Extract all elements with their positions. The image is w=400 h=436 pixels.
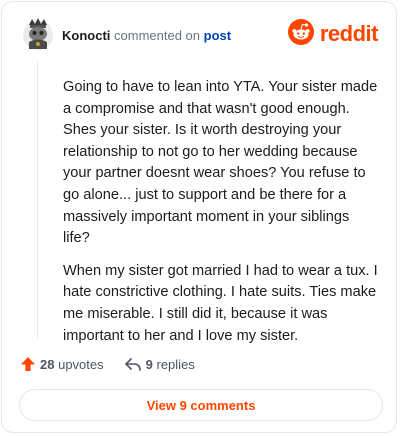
upvote-count: 28 [40,356,55,372]
reddit-brand[interactable]: reddit [287,18,379,50]
upvote-arrow-icon [20,356,36,372]
upvote-label: upvotes [58,356,104,372]
comment-paragraph: When my sister got married I had to wear… [63,262,378,344]
author-name[interactable]: Konocti [62,28,110,43]
comment-card: Konocti commented on post reddit Going t… [1,1,397,433]
comment-byline: Konocti commented on post [62,28,231,44]
thread-line [37,62,38,338]
replies-button[interactable]: 9 replies [124,356,195,372]
comment-paragraph: Going to have to lean into YTA. Your sis… [63,79,378,247]
reddit-logo-icon [287,18,314,50]
replies-label: replies [156,356,195,372]
comment-header: Konocti commented on post reddit [22,16,379,56]
comment-actions: 28 upvotes 9 replies [20,354,195,374]
snoo-avatar-icon[interactable] [22,16,54,52]
action-text: commented on [114,28,201,43]
reddit-wordmark: reddit [319,21,379,46]
view-comments-button[interactable]: View 9 comments [19,389,383,421]
post-link[interactable]: post [204,28,231,43]
upvote-button[interactable]: 28 upvotes [20,356,104,372]
replies-count: 9 [145,356,153,372]
comment-body: Going to have to lean into YTA. Your sis… [63,77,379,358]
reply-arrow-icon [124,356,142,372]
